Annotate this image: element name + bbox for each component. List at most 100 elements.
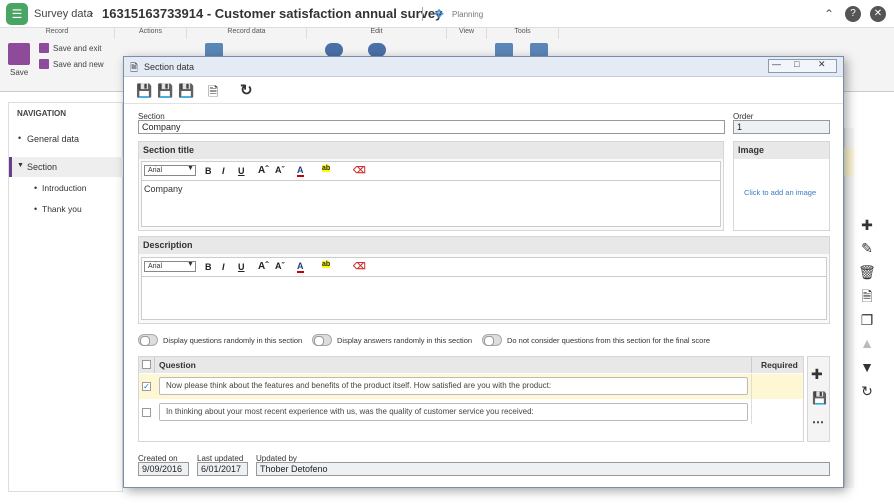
copy-icon[interactable]: ❐ [858, 311, 876, 329]
nav-item-introduction[interactable]: Introduction [42, 183, 86, 193]
section-input[interactable]: Company [138, 120, 725, 134]
exclude-score-toggle[interactable] [482, 334, 502, 346]
chevron-right-icon: › [89, 5, 94, 20]
add-image-link[interactable]: Click to add an image [744, 188, 816, 197]
section-title-editor[interactable] [141, 180, 721, 227]
highlight-icon[interactable]: ab [322, 165, 331, 172]
planning-label[interactable]: Planning [452, 10, 483, 19]
collapse-up-icon[interactable]: ⌃ [821, 6, 837, 22]
edit-icon[interactable]: ✎ [858, 239, 876, 257]
planning-icon[interactable]: ✥ [434, 7, 448, 21]
eraser-icon[interactable]: ⌫ [353, 261, 366, 272]
dialog-title: Section data [144, 62, 195, 72]
save-icon[interactable]: 💾 [157, 83, 173, 99]
save-and-exit-button[interactable]: Save and exit [53, 44, 101, 53]
font-grow-icon[interactable]: Aˆ [258, 261, 269, 272]
caret-down-icon[interactable]: ▼ [17, 162, 24, 169]
users-icon[interactable] [325, 43, 343, 57]
report-icon[interactable]: 🗎 [208, 83, 218, 105]
save-question-icon[interactable]: 💾 [812, 391, 827, 405]
view-icon[interactable]: 🗎 [858, 287, 876, 305]
move-down-icon[interactable]: ▼ [858, 358, 876, 376]
breadcrumb-survey-data[interactable]: Survey data [34, 8, 93, 20]
move-up-icon[interactable]: ▲ [858, 334, 876, 352]
font-shrink-icon[interactable]: Aˇ [275, 165, 285, 175]
font-color-icon[interactable]: A [297, 165, 304, 177]
underline-icon[interactable]: U [238, 262, 245, 272]
maximize-icon[interactable]: □ [794, 59, 799, 69]
save-button-label[interactable]: Save [10, 68, 28, 77]
refresh-icon[interactable]: ↻ [858, 382, 876, 400]
minimize-icon[interactable]: — [772, 59, 781, 69]
dialog-titlebar [124, 57, 843, 77]
divider [154, 357, 155, 373]
font-grow-icon[interactable]: Aˆ [258, 165, 269, 176]
bold-icon[interactable]: B [205, 166, 212, 176]
chevron-down-icon[interactable]: ▼ [187, 165, 194, 172]
tools-icon[interactable] [495, 43, 513, 57]
add-icon[interactable]: ✚ [858, 216, 876, 234]
nav-item-general-data[interactable]: General data [27, 134, 79, 144]
survey-app-icon: ☰ [6, 3, 28, 25]
rich-text-toolbar [141, 161, 721, 180]
background-panel-edge [844, 128, 854, 488]
random-questions-label: Display questions randomly in this secti… [163, 336, 303, 345]
random-answers-label: Display answers randomly in this section [337, 336, 473, 345]
eraser-icon[interactable]: ⌫ [353, 165, 366, 176]
navigation-title: NAVIGATION [17, 109, 67, 118]
close-icon[interactable]: ✕ [870, 6, 886, 22]
order-input[interactable]: 1 [733, 120, 830, 134]
users-edit-icon[interactable] [368, 43, 386, 57]
bold-icon[interactable]: B [205, 262, 212, 272]
font-color-icon[interactable]: A [297, 261, 304, 273]
ribbon-group-record: Record [0, 28, 115, 39]
description-heading: Description [139, 237, 829, 254]
question-input[interactable]: Now please think about the features and … [159, 377, 748, 395]
add-question-icon[interactable]: ✚ [811, 366, 823, 383]
close-dialog-icon[interactable]: ✕ [818, 59, 826, 70]
save-and-new-button[interactable]: Save and new [53, 60, 104, 69]
record-data-icon[interactable] [205, 43, 223, 57]
ribbon-group-edit: Edit [307, 28, 447, 39]
page-title: 16315163733914 - Customer satisfaction a… [102, 6, 443, 21]
delete-icon[interactable]: 🗑 [858, 263, 876, 281]
bullet-icon: • [34, 204, 38, 214]
row-checkbox-checked[interactable]: ✓ [142, 382, 151, 391]
dialog-toolbar [124, 78, 843, 104]
save-exit-icon[interactable] [39, 43, 49, 53]
chevron-down-icon[interactable]: ▼ [187, 261, 194, 268]
ribbon-group-record-data: Record data [187, 28, 307, 39]
section-title-heading: Section title [139, 142, 723, 159]
question-input[interactable]: In thinking about your most recent exper… [159, 403, 748, 421]
italic-icon[interactable]: I [222, 262, 225, 272]
save-new-icon[interactable]: 💾 [136, 83, 152, 99]
save-icon[interactable] [8, 43, 30, 65]
divider [751, 357, 752, 373]
save-new-icon[interactable] [39, 59, 49, 69]
highlight-icon[interactable]: ab [322, 261, 331, 268]
help-icon[interactable]: ? [845, 6, 861, 22]
column-question[interactable]: Question [159, 360, 196, 370]
save-close-icon[interactable]: 💾 [178, 83, 194, 99]
background-row-highlight [844, 148, 854, 176]
created-on-value: 9/09/2016 [138, 462, 189, 476]
column-required[interactable]: Required [761, 360, 798, 370]
bullet-icon: • [18, 133, 22, 143]
italic-icon[interactable]: I [222, 166, 225, 176]
more-options-icon[interactable]: ⋯ [812, 415, 824, 429]
random-questions-toggle[interactable] [138, 334, 158, 346]
refresh-icon[interactable]: ↻ [240, 81, 253, 99]
font-shrink-icon[interactable]: Aˇ [275, 261, 285, 271]
nav-item-thank-you[interactable]: Thank you [42, 204, 82, 214]
table-header [139, 357, 803, 373]
select-all-checkbox[interactable] [142, 360, 151, 369]
divider [422, 7, 423, 21]
nav-item-section[interactable]: Section [27, 162, 57, 172]
exclude-score-label: Do not consider questions from this sect… [507, 336, 711, 345]
export-icon[interactable] [530, 43, 548, 57]
random-answers-toggle[interactable] [312, 334, 332, 346]
row-checkbox[interactable] [142, 408, 151, 417]
description-editor[interactable] [141, 276, 827, 320]
underline-icon[interactable]: U [238, 166, 245, 176]
image-heading: Image [734, 142, 829, 159]
